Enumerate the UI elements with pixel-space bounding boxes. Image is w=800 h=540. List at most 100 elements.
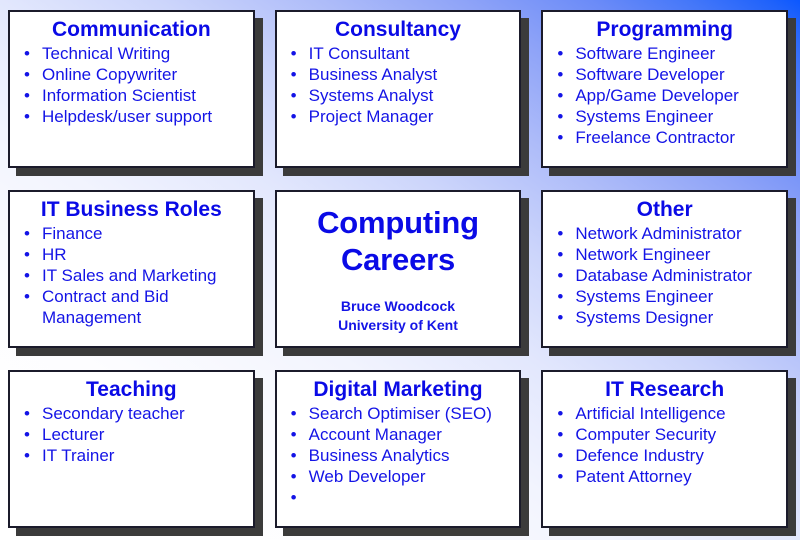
card-item-label: Project Manager [308,107,434,126]
card-title: Consultancy [334,18,461,41]
card-item-label: Software Developer [575,65,725,84]
card-it-research[interactable]: IT Research • Artificial Intelligence • Com… [541,370,788,528]
bullet-icon: • [557,86,564,105]
hero-title-line-1: Computing [317,205,479,240]
bullet-icon: • [24,224,30,243]
card-item-label: Web Developer [308,467,426,486]
grid-cell-other: Other • Network Administrator • Network Eng… [533,180,800,360]
bullet-icon: • [24,44,30,63]
card-item-label: Technical Writing [42,44,171,63]
card-item: • Systems Engineer [549,106,780,127]
bullet-icon: • [557,425,564,444]
card-it-business-roles[interactable]: IT Business Roles • Finance • HR • IT Sales a… [8,190,255,348]
card-item: • Project Manager [283,106,514,127]
card-item: • Account Manager [283,424,514,445]
card-item-list: • IT Consultant • Business Analyst • Systems … [283,43,514,127]
card-item-label: IT Trainer [42,446,115,465]
card-item-label: Software Engineer [575,44,716,63]
bullet-icon: • [24,425,30,444]
card-item-label: Account Manager [308,425,442,444]
card-item-label: Freelance Contractor [575,128,736,147]
card-item-label: Defence Industry [575,446,704,465]
grid-cell-hero: Computing Careers Bruce Woodcock Univers… [267,180,534,360]
card-item-label: Business Analyst [308,65,438,84]
bullet-icon: • [290,65,297,84]
card-item: • Patent Attorney [549,466,780,487]
card-item: • Network Administrator [549,223,780,244]
bullet-icon: • [557,404,564,423]
card-item: • Systems Engineer [549,286,780,307]
card-item-label: Helpdesk/user support [42,107,213,126]
card-other[interactable]: Other • Network Administrator • Network Eng… [541,190,788,348]
grid-cell-it-research: IT Research • Artificial Intelligence • Com… [533,360,800,540]
card-title: Communication [51,18,211,41]
card-item: • Software Engineer [549,43,780,64]
bullet-icon: • [557,44,564,63]
hero-title-line-2: Careers [340,242,456,277]
hero-attribution: Bruce Woodcock University of Kent [338,297,458,335]
card-item: • Network Engineer [549,244,780,265]
card-item-list: • Software Engineer • Software Developer • Ap… [549,43,780,148]
card-item: • IT Trainer [16,445,247,466]
bullet-icon: • [290,86,297,105]
bullet-icon: • [290,404,297,423]
card-item-list: • Secondary teacher • Lecturer • IT Trainer [16,403,247,466]
card-item-label: Secondary teacher [42,404,185,423]
card-item-label: App/Game Developer [575,86,739,105]
card-item: • Business Analyst [283,64,514,85]
bullet-icon: • [557,128,564,147]
card-digital-marketing[interactable]: Digital Marketing • Search Optimiser (SEO… [274,370,522,528]
card-consultancy[interactable]: Consultancy • IT Consultant • Business Anal… [274,10,522,168]
bullet-icon: • [24,266,30,285]
card-hero-computing-careers[interactable]: Computing Careers Bruce Woodcock Univers… [274,190,522,348]
card-item-list: • Artificial Intelligence • Computer Securi… [549,403,780,487]
card-item: • HR [16,244,247,265]
grid-cell-teaching: Teaching • Secondary teacher • Lecturer • IT … [0,360,267,540]
card-title: Digital Marketing [313,378,483,401]
card-item-list: • Technical Writing • Online Copywriter • Inf… [16,43,247,127]
hero-author: Bruce Woodcock [340,298,456,314]
card-title: IT Business Roles [40,198,222,221]
bullet-icon: • [557,287,564,306]
card-item-label: Online Copywriter [42,65,178,84]
card-item-label: Patent Attorney [575,467,692,486]
card-item-label: HR [42,245,67,264]
card-item: • IT Sales and Marketing [16,265,247,286]
bullet-icon: • [557,308,564,327]
card-item-label: Systems Designer [575,308,714,327]
bullet-icon: • [24,446,30,465]
card-programming[interactable]: Programming • Software Engineer • Software … [541,10,788,168]
card-item-label: Artificial Intelligence [575,404,726,423]
card-item: • Online Copywriter [16,64,247,85]
grid-cell-it-business-roles: IT Business Roles • Finance • HR • IT Sales a… [0,180,267,360]
card-item: • Software Developer [549,64,780,85]
card-item: • Web Developer [283,466,514,487]
card-item: • Freelance Contractor [549,127,780,148]
poster-canvas: Communication • Technical Writing • Online … [0,0,800,540]
card-communication[interactable]: Communication • Technical Writing • Online … [8,10,255,168]
card-item-list: • Finance • HR • IT Sales and Marketing • Contr… [16,223,247,328]
card-item: • App/Game Developer [549,85,780,106]
grid-cell-digital-marketing: Digital Marketing • Search Optimiser (SEO… [267,360,534,540]
bullet-icon: • [24,65,30,84]
card-title: Other [636,198,693,221]
grid-cell-consultancy: Consultancy • IT Consultant • Business Anal… [267,0,534,180]
card-title: Programming [596,18,733,41]
card-item-label: Systems Engineer [575,287,714,306]
bullet-icon: • [557,224,564,243]
bullet-icon: • [557,467,564,486]
card-item-label: Finance [42,224,103,243]
bullet-icon: • [24,404,30,423]
careers-grid: Communication • Technical Writing • Online … [0,0,800,540]
bullet-icon: • [24,107,30,126]
bullet-icon: • [557,65,564,84]
card-item: • Lecturer [16,424,247,445]
bullet-icon: • [290,467,297,486]
card-item: • Defence Industry [549,445,780,466]
card-title: IT Research [605,378,725,401]
card-item: • Search Optimiser (SEO) [283,403,514,424]
card-item-label: Systems Engineer [575,107,714,126]
card-item-label: Computer Security [575,425,717,444]
card-teaching[interactable]: Teaching • Secondary teacher • Lecturer • IT … [8,370,255,528]
card-item-label: Lecturer [42,425,105,444]
